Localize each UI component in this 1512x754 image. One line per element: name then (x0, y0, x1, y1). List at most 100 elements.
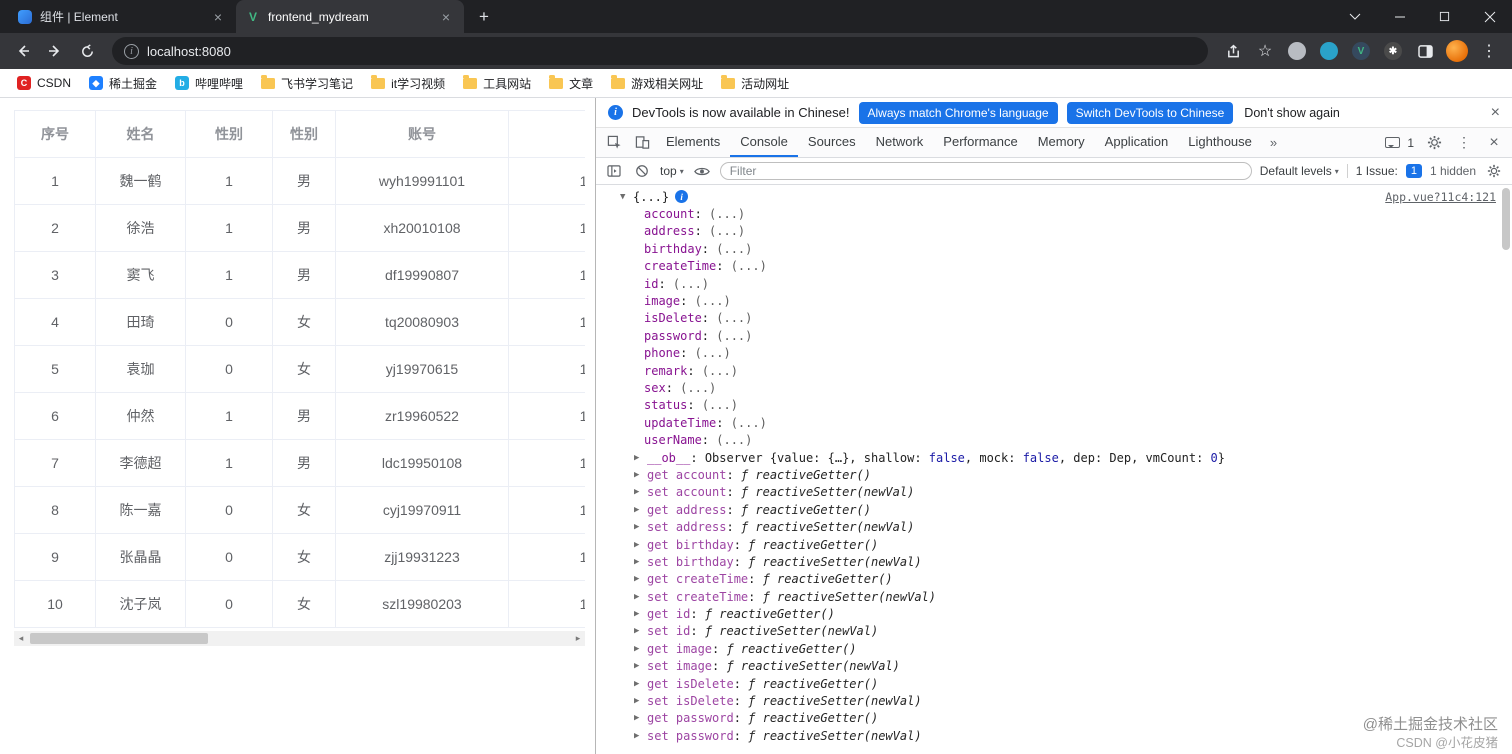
expand-caret-icon[interactable]: ▶ (634, 731, 647, 741)
issue-count-chip[interactable]: 1 (1405, 164, 1422, 178)
scrollbar-thumb[interactable] (30, 633, 208, 644)
collapsed-value[interactable]: (...) (716, 242, 752, 256)
tab-close-icon[interactable]: × (210, 9, 226, 25)
dont-show-again-button[interactable]: Don't show again (1244, 106, 1340, 120)
vue-devtools-icon[interactable]: V (1346, 36, 1376, 66)
collapsed-value[interactable]: (...) (731, 259, 767, 273)
scroll-left-icon[interactable]: ◂ (14, 631, 28, 646)
expand-caret-icon[interactable]: ▶ (634, 592, 647, 602)
console-settings-gear-icon[interactable] (1484, 164, 1504, 178)
extension-icon-1[interactable] (1282, 36, 1312, 66)
inspect-element-icon[interactable] (600, 128, 628, 157)
site-info-icon[interactable]: i (124, 43, 139, 59)
bookmark-item[interactable]: 工具网站 (456, 72, 538, 95)
live-expression-eye-icon[interactable] (692, 166, 712, 177)
bookmark-item[interactable]: ◆ 稀土掘金 (82, 72, 164, 95)
match-language-button[interactable]: Always match Chrome's language (858, 101, 1058, 124)
devtools-close-icon[interactable]: × (1480, 134, 1508, 152)
expand-caret-icon[interactable]: ▶ (634, 505, 647, 515)
expand-caret-icon[interactable]: ▶ (634, 453, 647, 463)
console-filter-input[interactable] (719, 162, 1252, 180)
tab-close-icon[interactable]: × (438, 9, 454, 25)
close-window-icon[interactable] (1467, 0, 1512, 33)
devtools-tab-memory[interactable]: Memory (1028, 128, 1095, 157)
more-tabs-icon[interactable]: » (1262, 128, 1285, 157)
bookmark-item[interactable]: it学习视频 (364, 72, 452, 95)
collapsed-value[interactable]: (...) (716, 311, 752, 325)
console-source-link[interactable]: App.vue?11c4:121 (1385, 190, 1496, 204)
notification-close-icon[interactable]: × (1491, 104, 1500, 121)
bookmark-item[interactable]: 飞书学习笔记 (254, 72, 360, 95)
minimize-icon[interactable] (1377, 0, 1422, 33)
extension-icon-3[interactable]: ✱ (1378, 36, 1408, 66)
bookmark-item[interactable]: b 哔哩哔哩 (168, 72, 250, 95)
collapsed-value[interactable]: (...) (673, 277, 709, 291)
expand-caret-icon[interactable]: ▶ (634, 609, 647, 619)
collapsed-value[interactable]: (...) (731, 416, 767, 430)
new-tab-button[interactable]: + (470, 3, 498, 31)
side-panel-icon[interactable] (1410, 36, 1440, 66)
collapsed-value[interactable]: (...) (695, 346, 731, 360)
device-toolbar-icon[interactable] (628, 128, 656, 157)
devtools-menu-kebab-icon[interactable]: ⋮ (1450, 134, 1478, 151)
console-sidebar-icon[interactable] (604, 165, 624, 177)
settings-gear-icon[interactable] (1420, 135, 1448, 150)
collapsed-value[interactable]: (...) (702, 364, 738, 378)
maximize-icon[interactable] (1422, 0, 1467, 33)
address-bar[interactable]: i localhost:8080 (112, 37, 1208, 65)
issues-count[interactable]: 1 (1407, 136, 1414, 150)
expand-caret-icon[interactable]: ▶ (634, 557, 647, 567)
issues-bubble-icon[interactable] (1385, 137, 1401, 148)
switch-chinese-button[interactable]: Switch DevTools to Chinese (1066, 101, 1234, 124)
devtools-tab-application[interactable]: Application (1095, 128, 1179, 157)
bookmark-item[interactable]: 活动网址 (714, 72, 796, 95)
bookmark-item[interactable]: C CSDN (10, 73, 78, 93)
refresh-icon[interactable] (72, 36, 102, 66)
expand-caret-icon[interactable]: ▶ (634, 713, 647, 723)
scroll-right-icon[interactable]: ▸ (571, 631, 585, 646)
expand-caret-icon[interactable]: ▼ (620, 192, 633, 202)
share-icon[interactable] (1218, 36, 1248, 66)
collapsed-value[interactable]: (...) (702, 398, 738, 412)
bookmark-item[interactable]: 文章 (542, 72, 600, 95)
browser-tab[interactable]: Vfrontend_mydream × (236, 0, 464, 33)
forward-icon[interactable] (40, 36, 70, 66)
devtools-tab-performance[interactable]: Performance (933, 128, 1027, 157)
expand-caret-icon[interactable]: ▶ (634, 679, 647, 689)
devtools-tab-network[interactable]: Network (866, 128, 934, 157)
devtools-tab-lighthouse[interactable]: Lighthouse (1178, 128, 1262, 157)
console-vertical-scrollbar[interactable] (1502, 188, 1510, 250)
clear-console-icon[interactable] (632, 164, 652, 178)
profile-avatar[interactable] (1442, 36, 1472, 66)
object-preview[interactable]: {...} (633, 190, 669, 204)
collapsed-value[interactable]: (...) (695, 294, 731, 308)
log-levels-dropdown[interactable]: Default levels ▾ (1260, 164, 1339, 178)
horizontal-scrollbar[interactable]: ◂ ▸ (14, 631, 585, 646)
devtools-tab-console[interactable]: Console (730, 128, 798, 157)
devtools-tab-sources[interactable]: Sources (798, 128, 866, 157)
expand-caret-icon[interactable]: ▶ (634, 626, 647, 636)
expand-caret-icon[interactable]: ▶ (634, 487, 647, 497)
bookmark-item[interactable]: 游戏相关网址 (604, 72, 710, 95)
tab-search-icon[interactable] (1332, 0, 1377, 33)
hidden-messages-label[interactable]: 1 hidden (1430, 164, 1476, 178)
devtools-tab-elements[interactable]: Elements (656, 128, 730, 157)
bookmark-star-icon[interactable]: ☆ (1250, 36, 1280, 66)
collapsed-value[interactable]: (...) (709, 207, 745, 221)
expand-caret-icon[interactable]: ▶ (634, 470, 647, 480)
collapsed-value[interactable]: (...) (716, 329, 752, 343)
extension-icon-2[interactable] (1314, 36, 1344, 66)
expand-caret-icon[interactable]: ▶ (634, 574, 647, 584)
collapsed-value[interactable]: (...) (716, 433, 752, 447)
vue-info-badge-icon[interactable]: i (675, 190, 689, 204)
issue-label[interactable]: 1 Issue: (1356, 164, 1398, 178)
expand-caret-icon[interactable]: ▶ (634, 661, 647, 671)
collapsed-value[interactable]: (...) (709, 224, 745, 238)
browser-menu-kebab-icon[interactable]: ⋮ (1474, 36, 1504, 66)
expand-caret-icon[interactable]: ▶ (634, 644, 647, 654)
expand-caret-icon[interactable]: ▶ (634, 696, 647, 706)
expand-caret-icon[interactable]: ▶ (634, 540, 647, 550)
execution-context-selector[interactable]: top ▾ (660, 164, 684, 178)
expand-caret-icon[interactable]: ▶ (634, 522, 647, 532)
back-icon[interactable] (8, 36, 38, 66)
